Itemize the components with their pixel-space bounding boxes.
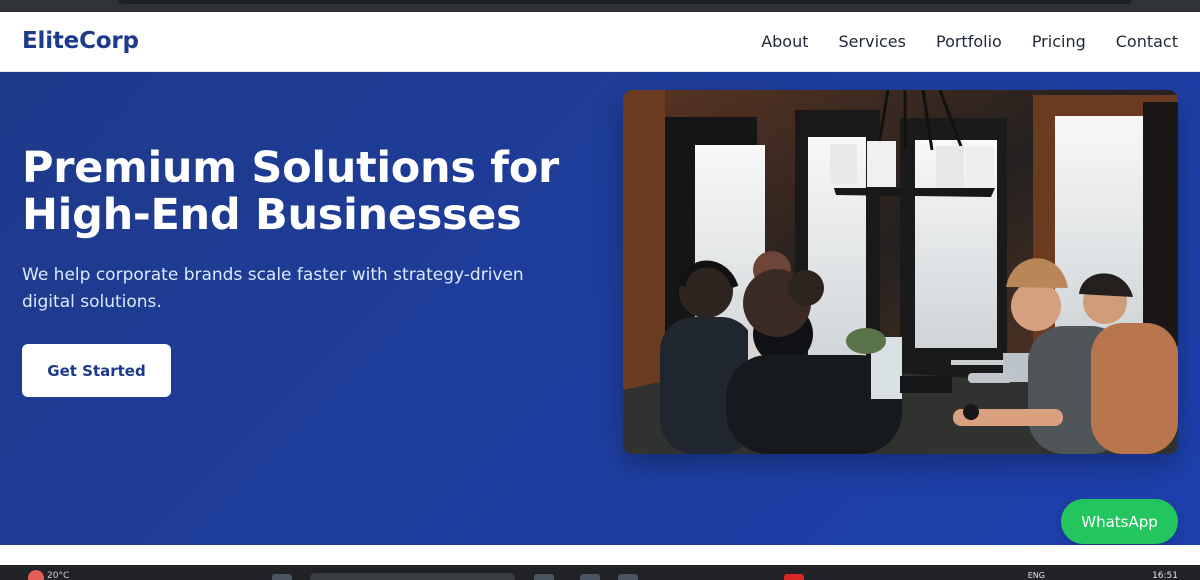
hero-section: Premium Solutions for High-End Businesse… <box>0 72 1200 545</box>
site-navbar: EliteCorp About Services Portfolio Prici… <box>0 12 1200 72</box>
language-indicator[interactable]: ENG <box>1028 571 1045 580</box>
main-navigation: About Services Portfolio Pricing Contact <box>761 32 1178 51</box>
hero-subtitle: We help corporate brands scale faster wi… <box>22 265 524 312</box>
system-time[interactable]: 16:51 <box>1152 571 1178 580</box>
nav-portfolio-link[interactable]: Portfolio <box>936 32 1002 51</box>
nav-contact-link[interactable]: Contact <box>1116 32 1178 51</box>
whatsapp-button[interactable]: WhatsApp <box>1061 499 1178 544</box>
chrome-icon[interactable] <box>784 574 804 580</box>
site-logo[interactable]: EliteCorp <box>22 28 139 54</box>
edge-icon[interactable] <box>580 574 600 580</box>
windows-taskbar: 20°C ENG 16:51 <box>0 565 1200 580</box>
get-started-button[interactable]: Get Started <box>22 344 171 397</box>
nav-services-link[interactable]: Services <box>839 32 906 51</box>
weather-temperature[interactable]: 20°C <box>47 571 69 580</box>
hero-title: Premium Solutions for High-End Businesse… <box>22 143 559 240</box>
store-icon[interactable] <box>618 574 638 580</box>
file-explorer-icon[interactable] <box>534 574 554 580</box>
nav-about-link[interactable]: About <box>761 32 808 51</box>
browser-tab-edge <box>118 0 1132 4</box>
windows-start-icon[interactable] <box>272 574 292 580</box>
weather-icon[interactable] <box>28 570 44 580</box>
page-next-section <box>0 545 1200 565</box>
nav-pricing-link[interactable]: Pricing <box>1032 32 1086 51</box>
office-team-illustration <box>623 90 1178 454</box>
team-meeting-photo <box>623 90 1178 454</box>
search-box[interactable] <box>310 573 515 580</box>
browser-top-strip <box>0 0 1200 12</box>
